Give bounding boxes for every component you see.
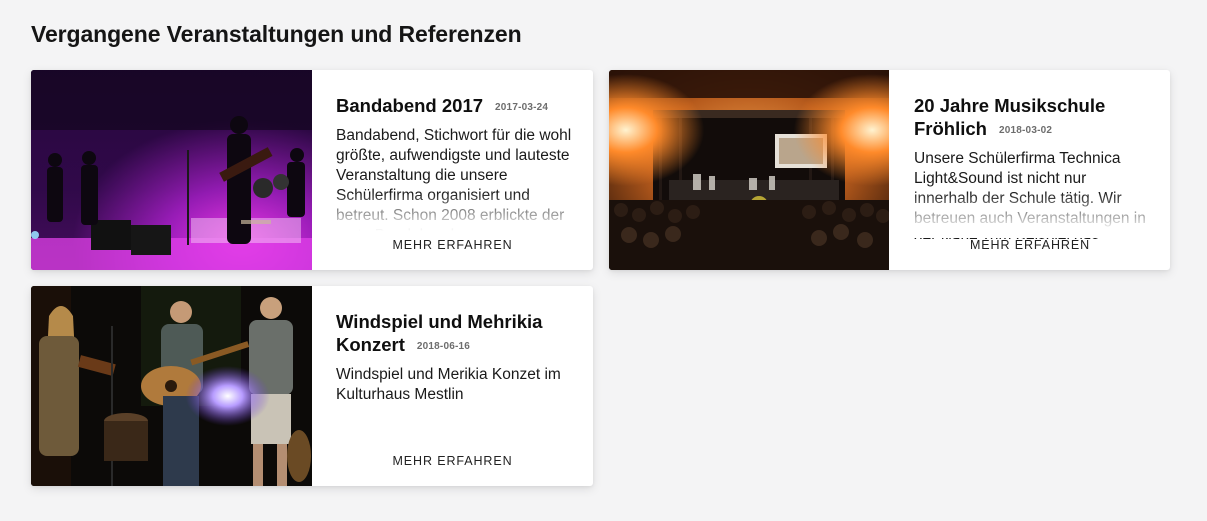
event-content: 20 Jahre Musikschule Fröhlich 2018-03-02 …: [890, 70, 1170, 270]
event-description: Bandabend, Stichwort für die wohl größte…: [336, 127, 572, 238]
event-date: 2018-03-02: [998, 125, 1053, 136]
event-title-text[interactable]: Bandabend 2017: [336, 95, 483, 116]
event-title[interactable]: Bandabend 2017 2017-03-24: [336, 94, 573, 119]
more-button[interactable]: MEHR ERFAHREN: [312, 238, 593, 252]
event-card[interactable]: Bandabend 2017 2017-03-24 Bandabend, Stic…: [31, 70, 593, 270]
event-title[interactable]: Windspiel und Mehrikia Konzert 2018-06-16: [336, 310, 573, 358]
event-image[interactable]: [31, 70, 312, 270]
event-card[interactable]: 20 Jahre Musikschule Fröhlich 2018-03-02 …: [609, 70, 1170, 270]
more-button[interactable]: MEHR ERFAHREN: [312, 454, 593, 468]
more-button[interactable]: MEHR ERFAHREN: [890, 238, 1170, 252]
event-content: Bandabend 2017 2017-03-24 Bandabend, Stic…: [312, 70, 593, 270]
concert-stage-photo-icon: [31, 70, 312, 270]
event-card[interactable]: Windspiel und Mehrikia Konzert 2018-06-16…: [31, 286, 593, 486]
event-date: 2018-06-16: [416, 341, 471, 352]
section-title: Vergangene Veranstaltungen und Referenze…: [31, 21, 522, 47]
event-content: Windspiel und Mehrikia Konzert 2018-06-16…: [312, 286, 593, 486]
event-description: Unsere Schülerfirma Technica Light&Sound…: [914, 150, 1146, 239]
event-image[interactable]: [609, 70, 890, 270]
event-date: 2017-03-24: [495, 102, 549, 113]
acoustic-band-photo-icon: [31, 286, 312, 486]
auditorium-photo-icon: [609, 70, 889, 270]
event-image[interactable]: [31, 286, 312, 486]
event-title[interactable]: 20 Jahre Musikschule Fröhlich 2018-03-02: [914, 94, 1150, 142]
